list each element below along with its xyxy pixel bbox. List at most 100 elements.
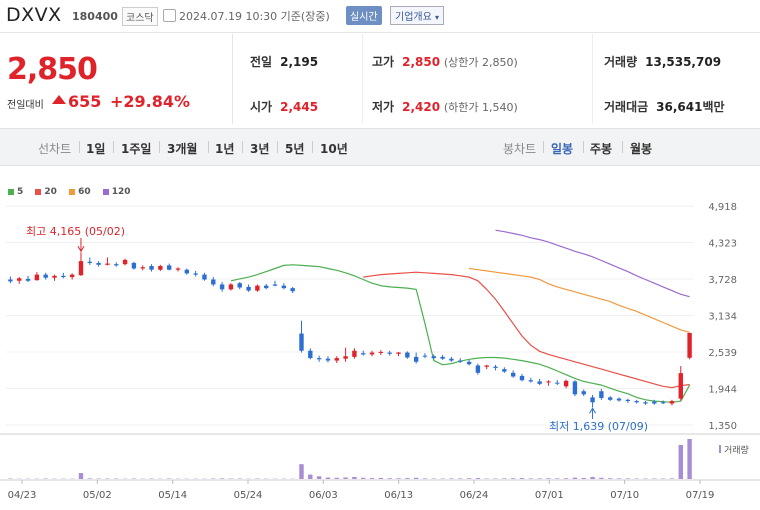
period-10y[interactable]: 10년: [320, 140, 348, 157]
toolbar-separator: [622, 141, 623, 153]
candle-body: [458, 360, 463, 362]
candle-body: [325, 358, 331, 361]
candle-body: [149, 266, 154, 270]
volume-bar: [378, 477, 384, 479]
chevron-down-icon: ▾: [435, 13, 440, 22]
candle-body: [502, 369, 507, 372]
volume-bar: [599, 477, 604, 479]
candle-body: [211, 279, 216, 285]
legend-ma120: 120: [102, 187, 131, 197]
candle-body: [228, 284, 234, 290]
volume-bar: [369, 478, 375, 479]
volume-bar: [396, 478, 401, 479]
candle-body: [87, 261, 92, 263]
volume-bar: [669, 478, 675, 479]
volume-bar: [510, 478, 516, 479]
period-1w[interactable]: 1주일: [121, 140, 151, 157]
line-chart-label: 선차트: [38, 142, 72, 156]
ma20-line: [363, 271, 690, 389]
x-tick-label: 05/14: [158, 490, 187, 501]
volume-bar: [572, 477, 578, 479]
period-weekly[interactable]: 주봉: [590, 140, 612, 157]
period-3y[interactable]: 3년: [250, 140, 269, 157]
high-stat: 고가 2,850 (상한가 2,850): [372, 53, 518, 70]
candle-body: [563, 380, 569, 387]
candle-body: [581, 391, 586, 395]
candle-body: [687, 332, 692, 358]
candle-body: [140, 267, 145, 269]
legend-ma20: 20: [35, 187, 57, 197]
chart-toolbar: 선차트 1일 1주일 3개월 1년 3년 5년 10년 봉차트 일봉 주봉 월봉: [0, 128, 760, 166]
candle-body: [625, 399, 631, 402]
candle-body: [431, 356, 436, 359]
candle-body: [519, 375, 525, 381]
period-1y[interactable]: 1년: [215, 140, 234, 157]
period-1d[interactable]: 1일: [86, 140, 105, 157]
open-label: 시가: [250, 100, 273, 114]
candle-body: [8, 279, 13, 282]
company-info-dropdown[interactable]: 기업개요 ▾: [390, 6, 445, 25]
legend-ma5: 5: [8, 187, 23, 197]
low-label: 저가: [372, 100, 395, 114]
candle-body: [272, 284, 278, 286]
candle-body: [264, 285, 269, 289]
candle-body: [34, 274, 40, 281]
open-stat: 시가 2,445: [250, 98, 318, 115]
prev-close-stat: 전일 2,195: [250, 53, 318, 70]
x-tick-label: 05/02: [83, 490, 112, 501]
candle-body: [352, 350, 357, 357]
toolbar-separator: [159, 141, 160, 153]
candle-body: [78, 261, 84, 276]
period-monthly[interactable]: 월봉: [630, 140, 652, 157]
candle-body: [193, 273, 198, 275]
y-tick-label: 1,944: [708, 385, 737, 396]
volume-bar: [458, 478, 463, 479]
y-tick-label: 2,539: [708, 348, 737, 359]
toolbar-separator: [113, 141, 114, 153]
high-annotation: 최고 4,165 (05/02): [26, 225, 125, 238]
candle-body: [175, 268, 181, 270]
candle-body: [484, 365, 489, 367]
x-tick-label: 06/13: [384, 490, 413, 501]
volume-bar: [608, 478, 613, 479]
volume-bar: [519, 478, 525, 479]
candle-body: [369, 352, 375, 355]
candle-body: [652, 401, 657, 404]
candle-body: [114, 264, 119, 266]
volume-bar: [581, 477, 586, 479]
toolbar-separator: [208, 141, 209, 153]
volume-bar: [502, 478, 507, 479]
candle-body: [25, 278, 31, 281]
candle-body: [669, 401, 675, 404]
candle-body: [316, 358, 322, 360]
high-label: 고가: [372, 55, 395, 69]
low-stat: 저가 2,420 (하한가 1,540): [372, 98, 518, 115]
ma-legend: 5 20 60 120: [8, 187, 140, 197]
candle-body: [449, 358, 454, 361]
period-3m[interactable]: 3개월: [167, 140, 197, 157]
candle-body: [616, 398, 622, 401]
candle-body: [281, 285, 287, 289]
toolbar-separator: [79, 141, 80, 153]
price-change-percent: +29.84%: [110, 92, 191, 111]
candle-body: [528, 380, 534, 382]
candle-body: [17, 278, 22, 281]
period-daily[interactable]: 일봉: [551, 140, 573, 157]
candle-body: [361, 353, 366, 355]
candle-body: [166, 265, 172, 270]
period-5y[interactable]: 5년: [285, 140, 304, 157]
candle-body: [255, 285, 260, 291]
volume-bar: [687, 439, 692, 479]
candle-body: [61, 275, 66, 278]
volume-bar: [616, 478, 622, 479]
volume-bar: [343, 477, 348, 479]
candle-body: [493, 366, 498, 368]
volume-bar: [299, 464, 304, 479]
candle-body: [413, 356, 419, 362]
candlestick-chart[interactable]: 4,918 4,323 3,728 3,134 2,539 1,944 1,350 04/2…: [0, 200, 760, 510]
realtime-button[interactable]: 실시간: [346, 6, 382, 25]
ma60-line: [469, 267, 690, 333]
x-tick-label: 06/24: [460, 490, 489, 501]
volume-bar: [590, 476, 595, 479]
candle-body: [546, 381, 551, 383]
